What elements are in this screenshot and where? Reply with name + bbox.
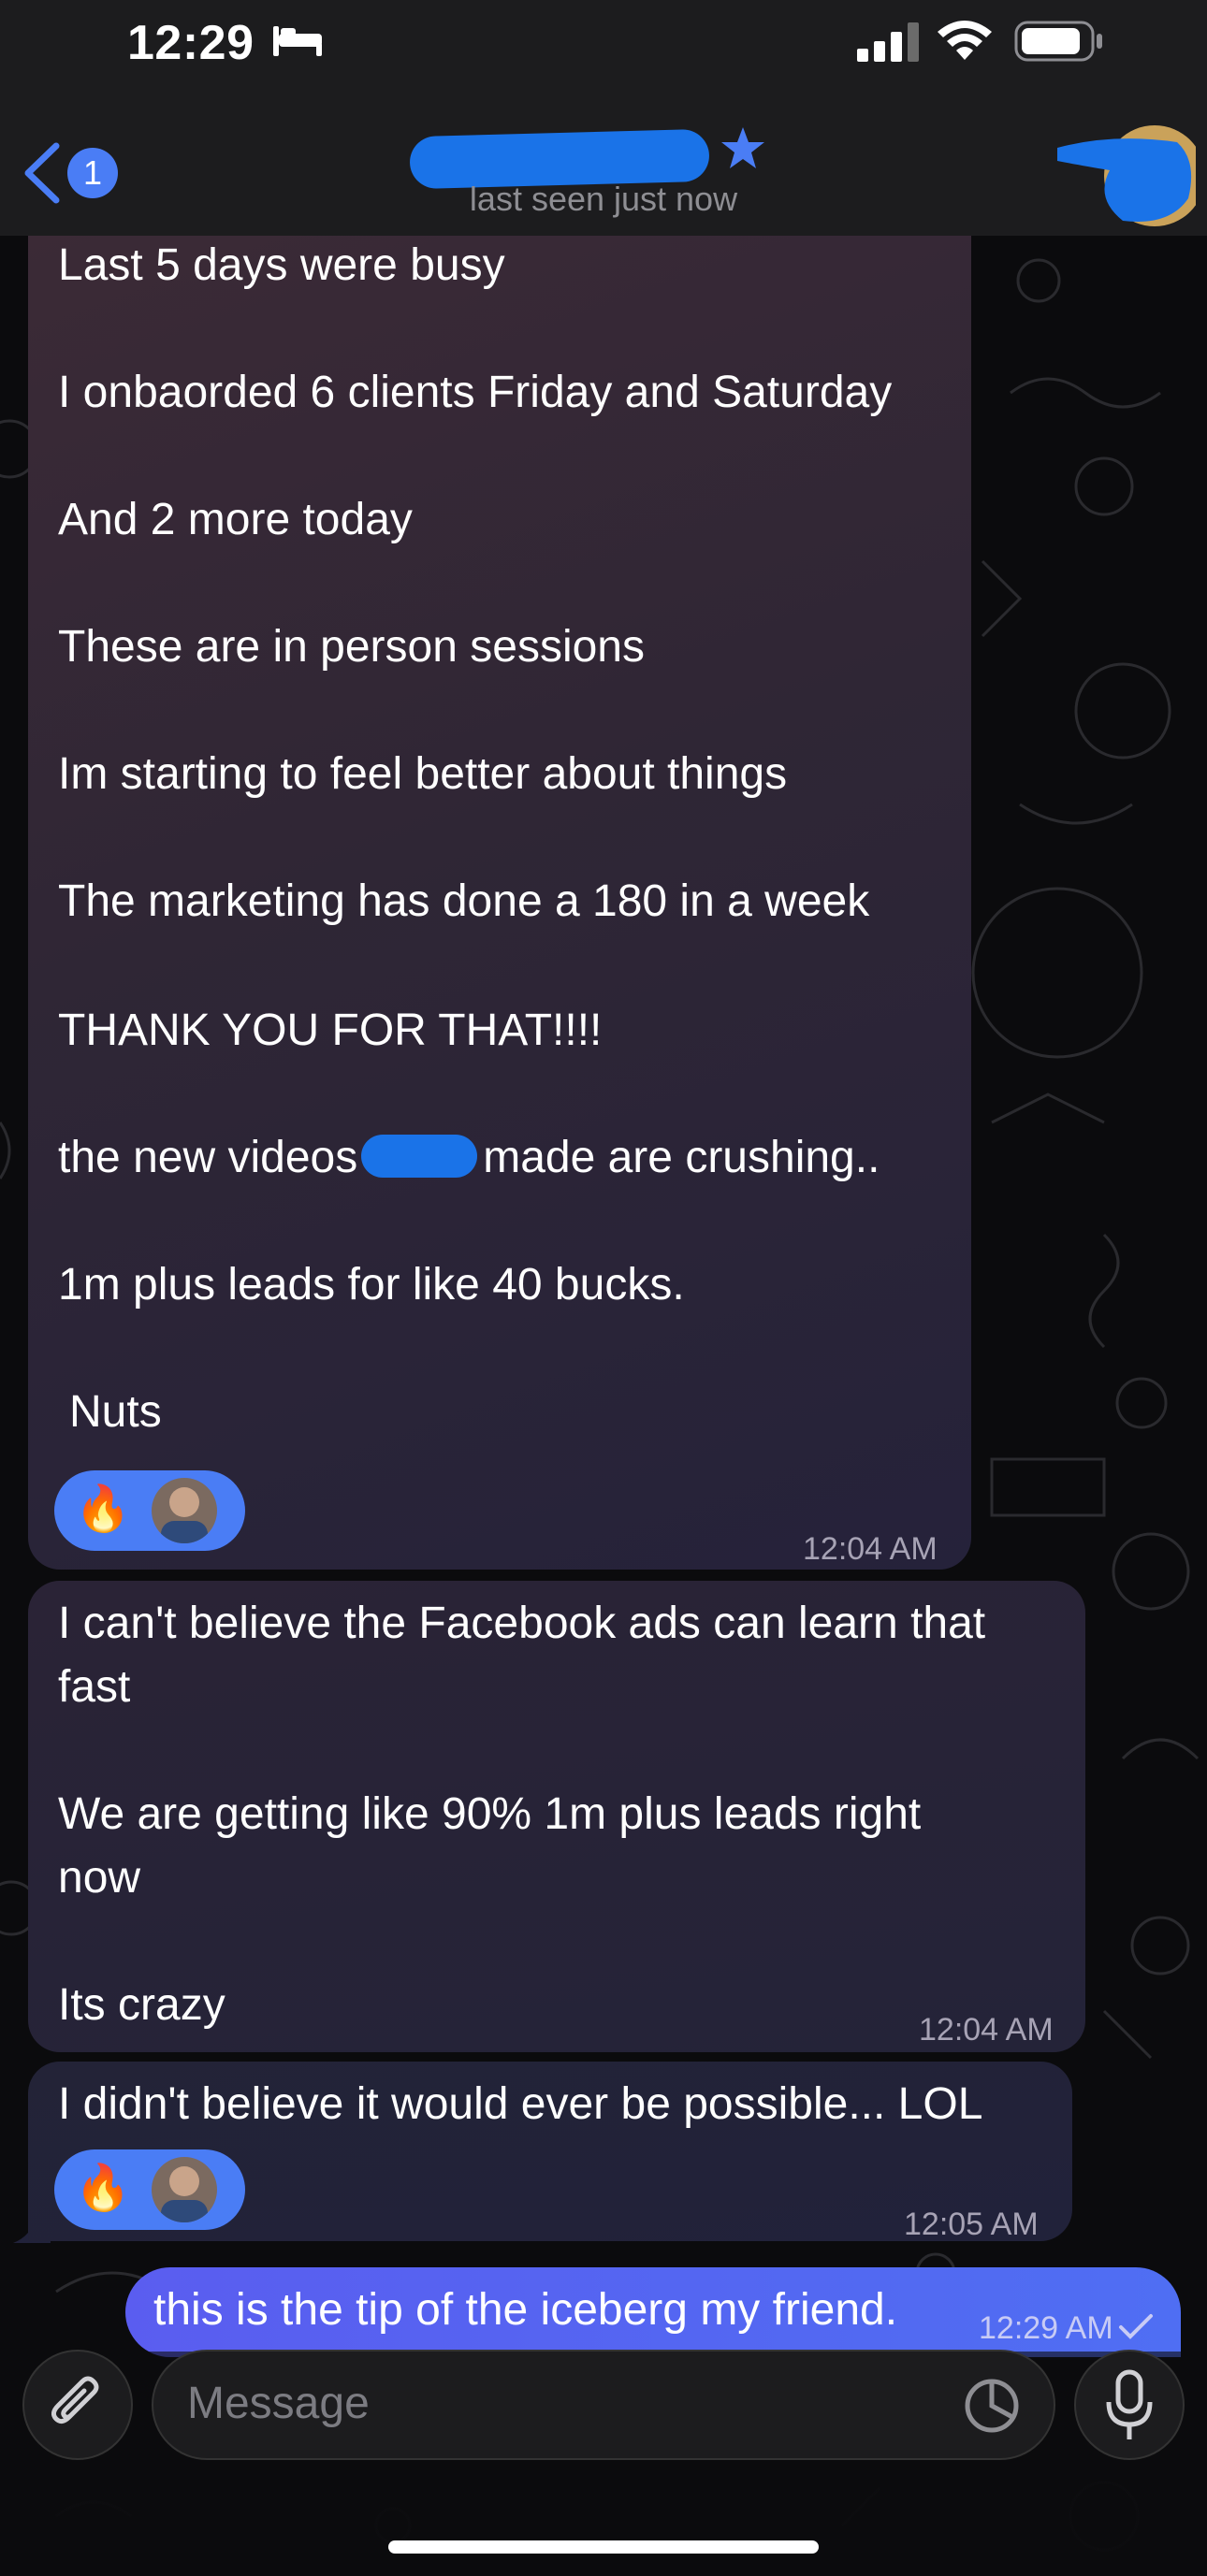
reactor-avatar bbox=[152, 2157, 217, 2222]
message-text: this is the tip of the iceberg my friend… bbox=[153, 2285, 898, 2335]
signal-icon bbox=[857, 22, 919, 62]
message-text: Last 5 days were busy bbox=[58, 240, 505, 290]
message-text: Nuts bbox=[69, 1387, 162, 1437]
chat-header: 12:29 1 last seen just now bbox=[0, 0, 1207, 236]
attach-button[interactable] bbox=[22, 2350, 133, 2460]
avatar[interactable] bbox=[1057, 123, 1196, 228]
message-text: now bbox=[58, 1853, 141, 1903]
message-text: I onbaorded 6 clients Friday and Saturda… bbox=[58, 368, 893, 417]
message-timestamp: 12:29 AM bbox=[979, 2310, 1113, 2346]
message-timestamp: 12:05 AM bbox=[904, 2207, 1039, 2242]
message-text: And 2 more today bbox=[58, 495, 413, 544]
battery-icon bbox=[1014, 21, 1102, 62]
message-bubble-incoming[interactable]: Last 5 days were busy I onbaorded 6 clie… bbox=[28, 234, 971, 1570]
name-redaction bbox=[361, 1135, 478, 1179]
message-text: made are crushing.. bbox=[483, 1133, 880, 1182]
status-time: 12:29 bbox=[127, 16, 254, 70]
chevron-left-icon bbox=[24, 142, 60, 204]
message-text: I didn't believe it would ever be possib… bbox=[58, 2079, 983, 2129]
message-text: the new videos bbox=[58, 1133, 358, 1182]
reactor-avatar bbox=[152, 1478, 217, 1543]
microphone-button[interactable] bbox=[1074, 2350, 1185, 2460]
home-indicator bbox=[388, 2540, 819, 2554]
wifi-icon bbox=[938, 21, 992, 60]
paperclip-icon bbox=[51, 2376, 99, 2424]
sticker-icon[interactable] bbox=[962, 2376, 1022, 2436]
message-text: fast bbox=[58, 1662, 131, 1712]
message-text: The marketing has done a 180 in a week bbox=[58, 876, 870, 926]
message-bubble-incoming[interactable]: I didn't believe it would ever be possib… bbox=[28, 2062, 1072, 2242]
fire-emoji: 🔥 bbox=[75, 2164, 131, 2213]
message-bubble-incoming[interactable]: I can't believe the Facebook ads can lea… bbox=[28, 1581, 1085, 2052]
chat-title[interactable]: last seen just now bbox=[393, 122, 814, 224]
unread-badge: 1 bbox=[67, 148, 118, 198]
message-text: We are getting like 90% 1m plus leads ri… bbox=[58, 1789, 922, 1839]
message-timestamp: 12:04 AM bbox=[803, 1531, 938, 1567]
message-text: Its crazy bbox=[58, 1980, 225, 2030]
message-input[interactable]: Message bbox=[152, 2350, 1055, 2460]
microphone-icon bbox=[1106, 2369, 1153, 2439]
reaction-chip[interactable]: 🔥 bbox=[54, 2149, 245, 2230]
last-seen-status: last seen just now bbox=[469, 180, 738, 218]
message-text: Im starting to feel better about things bbox=[58, 749, 788, 799]
reaction-chip[interactable]: 🔥 bbox=[54, 1470, 245, 1551]
message-placeholder: Message bbox=[187, 2379, 370, 2428]
message-text: I can't believe the Facebook ads can lea… bbox=[58, 1599, 986, 1648]
message-bubble-outgoing[interactable]: this is the tip of the iceberg my friend… bbox=[125, 2267, 1181, 2357]
message-timestamp: 12:04 AM bbox=[919, 2012, 1054, 2048]
bed-icon bbox=[273, 26, 322, 56]
message-text: 1m plus leads for like 40 bucks. bbox=[58, 1260, 685, 1310]
star-icon bbox=[721, 127, 764, 168]
message-text: THANK YOU FOR THAT!!!! bbox=[58, 1006, 603, 1055]
message-text: These are in person sessions bbox=[58, 622, 645, 672]
message-text-line: the new videos made are crushing.. bbox=[58, 1126, 880, 1190]
check-icon bbox=[1119, 2314, 1153, 2339]
fire-emoji: 🔥 bbox=[75, 1484, 131, 1534]
